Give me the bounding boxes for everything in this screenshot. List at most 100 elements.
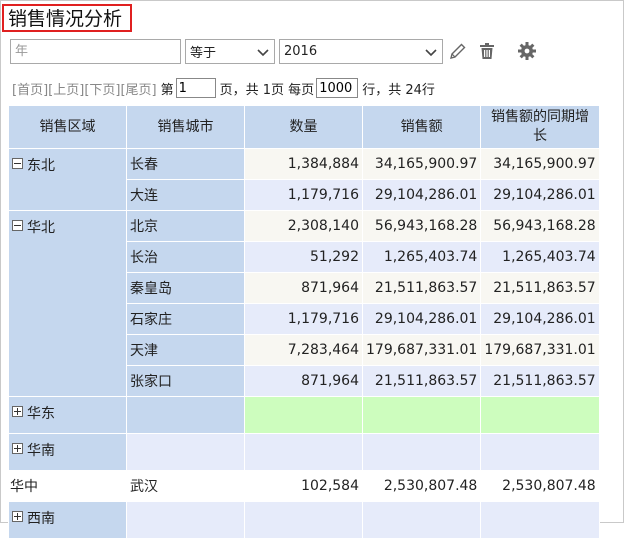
region-cell: 华中 (8, 470, 127, 502)
yoy-cell: 21,511,863.57 (480, 365, 600, 397)
first-page-link[interactable]: [首页] (12, 79, 48, 98)
per-page-input[interactable] (316, 78, 359, 98)
gear-icon (518, 42, 536, 60)
yoy-cell: 29,104,286.01 (480, 179, 600, 211)
yoy-cell (480, 396, 600, 434)
delete-button[interactable] (476, 40, 498, 62)
expand-icon[interactable] (12, 443, 23, 454)
settings-button[interactable] (516, 40, 538, 62)
region-label: 东北 (27, 158, 55, 174)
pager: [首页] [上页] [下页] [尾页] 第 页，共 1页 每页 行，共 24行 (12, 78, 435, 98)
header-city[interactable]: 销售城市 (126, 105, 245, 149)
page-number-input[interactable] (175, 78, 216, 98)
sales-cell: 179,687,331.01 (361, 334, 482, 366)
prev-page-link[interactable]: [上页] (48, 79, 84, 98)
table-row: 华中 武汉 102,584 2,530,807.48 2,530,807.48 (8, 470, 600, 502)
quantity-cell (244, 396, 363, 434)
quantity-cell: 51,292 (244, 241, 363, 273)
sales-cell (361, 501, 482, 539)
rows-info: 行，共 24行 (362, 82, 435, 98)
quantity-cell: 2,308,140 (244, 210, 363, 242)
region-cell[interactable]: 华东 (8, 396, 127, 434)
quantity-cell: 1,179,716 (244, 303, 363, 335)
table-row: 华南 (8, 433, 600, 471)
expand-icon[interactable] (12, 406, 23, 417)
city-cell (126, 501, 245, 539)
page-title: 销售情况分析 (2, 4, 132, 32)
field-input[interactable] (11, 40, 180, 63)
sales-cell: 21,511,863.57 (361, 365, 482, 397)
sales-cell: 29,104,286.01 (361, 179, 482, 211)
region-label: 华南 (27, 443, 55, 459)
page-prefix: 第 (160, 82, 174, 98)
trash-icon (480, 43, 494, 59)
yoy-cell: 34,165,900.97 (480, 148, 600, 180)
city-cell (126, 396, 245, 434)
next-page-link[interactable]: [下页] (84, 79, 120, 98)
sales-cell: 34,165,900.97 (361, 148, 482, 180)
quantity-cell (244, 501, 363, 539)
collapse-icon[interactable] (12, 158, 23, 169)
sales-cell: 21,511,863.57 (361, 272, 482, 304)
table-row: 华北 北京 2,308,140 56,943,168.28 56,943,168… (8, 210, 600, 397)
region-label: 西南 (27, 511, 55, 527)
sales-table: 销售区域 销售城市 数量 销售额 销售额的同期增长 东北 长春 1,384,88… (8, 105, 600, 539)
city-cell: 张家口 (126, 365, 245, 397)
edit-button[interactable] (447, 40, 469, 62)
operator-value: 等于 (190, 46, 217, 61)
table-row: 华东 (8, 396, 600, 434)
yoy-cell (480, 433, 600, 471)
expand-icon[interactable] (12, 511, 23, 522)
page-info: 页，共 1页 每页 (219, 82, 315, 98)
table-header-row: 销售区域 销售城市 数量 销售额 销售额的同期增长 (8, 105, 600, 149)
yoy-cell (480, 501, 600, 539)
region-label: 华北 (27, 220, 55, 236)
chevron-down-icon (257, 48, 269, 56)
city-cell: 秦皇岛 (126, 272, 245, 304)
field-select[interactable] (10, 39, 181, 64)
yoy-cell: 56,943,168.28 (480, 210, 600, 242)
city-cell: 石家庄 (126, 303, 245, 335)
city-cell: 北京 (126, 210, 245, 242)
sales-cell: 1,265,403.74 (361, 241, 482, 273)
region-cell[interactable]: 东北 (8, 148, 127, 211)
quantity-cell: 102,584 (244, 470, 363, 502)
collapse-icon[interactable] (12, 220, 23, 231)
city-cell: 天津 (126, 334, 245, 366)
table-row: 东北 长春 1,384,884 34,165,900.97 34,165,900… (8, 148, 600, 211)
yoy-cell: 29,104,286.01 (480, 303, 600, 335)
quantity-cell: 871,964 (244, 272, 363, 304)
header-quantity[interactable]: 数量 (244, 105, 363, 149)
region-cell[interactable]: 华北 (8, 210, 127, 397)
city-cell (126, 433, 245, 471)
region-cell[interactable]: 华南 (8, 433, 127, 471)
region-cell[interactable]: 西南 (8, 501, 127, 539)
city-cell: 长治 (126, 241, 245, 273)
city-cell: 武汉 (126, 470, 245, 502)
sales-cell: 56,943,168.28 (361, 210, 482, 242)
header-yoy[interactable]: 销售额的同期增长 (480, 105, 600, 149)
last-page-link[interactable]: [尾页] (120, 79, 156, 98)
sales-cell (361, 396, 482, 434)
sales-cell: 29,104,286.01 (361, 303, 482, 335)
quantity-cell (244, 433, 363, 471)
table-row: 西南 (8, 501, 600, 539)
operator-select[interactable]: 等于 (185, 39, 275, 64)
chevron-down-icon (425, 48, 437, 56)
region-label: 华东 (27, 406, 55, 422)
sales-cell: 2,530,807.48 (361, 470, 482, 502)
quantity-cell: 871,964 (244, 365, 363, 397)
yoy-cell: 2,530,807.48 (480, 470, 600, 502)
quantity-cell: 1,384,884 (244, 148, 363, 180)
city-cell: 长春 (126, 148, 245, 180)
header-sales[interactable]: 销售额 (361, 105, 482, 149)
city-cell: 大连 (126, 179, 245, 211)
yoy-cell: 1,265,403.74 (480, 241, 600, 273)
quantity-cell: 1,179,716 (244, 179, 363, 211)
quantity-cell: 7,283,464 (244, 334, 363, 366)
value-select[interactable]: 2016 (279, 39, 443, 64)
value-text: 2016 (284, 44, 318, 59)
pencil-icon (450, 43, 466, 59)
sales-cell (361, 433, 482, 471)
header-region[interactable]: 销售区域 (8, 105, 127, 149)
